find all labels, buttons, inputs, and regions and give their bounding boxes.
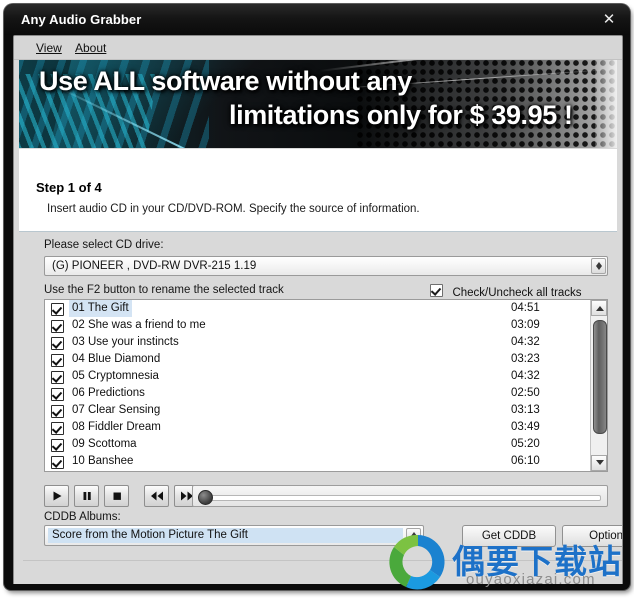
track-checkbox-icon[interactable] bbox=[51, 405, 64, 418]
track-row[interactable]: 04 Blue Diamond 03:23 bbox=[45, 351, 607, 368]
track-duration: 03:09 bbox=[511, 319, 540, 331]
cd-drive-combobox[interactable]: (G) PIONEER , DVD-RW DVR-215 1.19 bbox=[44, 256, 608, 276]
menu-item-about-label: About bbox=[75, 41, 107, 55]
check-all-tracks-box-icon bbox=[430, 284, 443, 297]
bottom-divider bbox=[23, 560, 622, 561]
previous-track-button[interactable] bbox=[144, 485, 169, 507]
track-name: 07 Clear Sensing bbox=[72, 404, 161, 416]
track-checkbox-icon[interactable] bbox=[51, 439, 64, 452]
scroll-down-icon[interactable] bbox=[591, 455, 607, 471]
menu-item-view[interactable]: View bbox=[31, 40, 67, 56]
close-x-icon[interactable]: ✕ bbox=[598, 9, 620, 30]
stop-button[interactable] bbox=[104, 485, 129, 507]
track-list[interactable]: 01 The Gift 04:51 02 She was a friend to m… bbox=[44, 299, 608, 472]
track-duration: 04:51 bbox=[511, 302, 540, 314]
track-row[interactable]: 03 Use your instincts 04:32 bbox=[45, 334, 607, 351]
cddb-albums-combobox[interactable]: Score from the Motion Picture The Gift bbox=[44, 525, 424, 546]
pause-button[interactable] bbox=[74, 485, 99, 507]
scrollbar-thumb[interactable] bbox=[593, 320, 607, 434]
cddb-albums-label: CDDB Albums: bbox=[44, 511, 121, 523]
track-row[interactable]: 09 Scottoma 05:20 bbox=[45, 436, 607, 453]
track-checkbox-icon[interactable] bbox=[51, 388, 64, 401]
menu-item-about[interactable]: About bbox=[70, 40, 111, 56]
seek-slider-thumb[interactable] bbox=[198, 490, 213, 505]
step-header-panel: Step 1 of 4 Insert audio CD in your CD/D… bbox=[19, 149, 617, 232]
cddb-albums-value: Score from the Motion Picture The Gift bbox=[48, 528, 403, 543]
get-cddb-button[interactable]: Get CDDB bbox=[462, 525, 556, 547]
track-name: 10 Banshee bbox=[72, 455, 134, 467]
source-settings-group: Please select CD drive: (G) PIONEER , DV… bbox=[40, 239, 622, 549]
track-name: 03 Use your instincts bbox=[72, 336, 179, 348]
track-duration: 05:20 bbox=[511, 438, 540, 450]
banner-headline-2: limitations only for $ 39.95 ! bbox=[229, 100, 573, 130]
track-duration: 03:13 bbox=[511, 404, 540, 416]
track-duration: 02:50 bbox=[511, 387, 540, 399]
play-button[interactable] bbox=[44, 485, 69, 507]
track-name: 01 The Gift bbox=[69, 300, 132, 317]
promo-banner[interactable]: Use ALL software without any limitations… bbox=[19, 60, 617, 148]
track-name: 06 Predictions bbox=[72, 387, 145, 399]
track-name: 05 Cryptomnesia bbox=[72, 370, 159, 382]
menu-bar: View About bbox=[14, 36, 622, 60]
step-title: Step 1 of 4 bbox=[36, 180, 102, 195]
cd-drive-value: (G) PIONEER , DVD-RW DVR-215 1.19 bbox=[52, 260, 257, 272]
track-duration: 04:32 bbox=[511, 370, 540, 382]
track-row[interactable]: 07 Clear Sensing 03:13 bbox=[45, 402, 607, 419]
track-row[interactable]: 10 Banshee 06:10 bbox=[45, 453, 607, 470]
banner-headline-1: Use ALL software without any bbox=[39, 66, 412, 96]
track-row[interactable]: 01 The Gift 04:51 bbox=[45, 300, 607, 317]
cddb-spinner-icon[interactable] bbox=[406, 528, 421, 544]
play-icon bbox=[53, 491, 61, 501]
rewind-icon bbox=[150, 491, 163, 501]
track-list-rows: 01 The Gift 04:51 02 She was a friend to m… bbox=[45, 300, 607, 470]
track-row[interactable]: 06 Predictions 02:50 bbox=[45, 385, 607, 402]
rename-hint-label: Use the F2 button to rename the selected… bbox=[44, 284, 284, 296]
track-checkbox-icon[interactable] bbox=[51, 354, 64, 367]
track-row[interactable]: 02 She was a friend to me 03:09 bbox=[45, 317, 607, 334]
drive-label: Please select CD drive: bbox=[44, 239, 164, 251]
stop-icon bbox=[113, 492, 121, 500]
window-title: Any Audio Grabber bbox=[21, 12, 142, 27]
track-list-scrollbar[interactable] bbox=[590, 300, 607, 471]
track-checkbox-icon[interactable] bbox=[51, 456, 64, 469]
track-checkbox-icon[interactable] bbox=[51, 337, 64, 350]
seek-slider[interactable] bbox=[192, 485, 608, 507]
track-row[interactable]: 05 Cryptomnesia 04:32 bbox=[45, 368, 607, 385]
pause-icon bbox=[83, 492, 91, 500]
options-button[interactable]: Options bbox=[562, 525, 622, 547]
scroll-up-icon[interactable] bbox=[591, 300, 607, 316]
track-name: 02 She was a friend to me bbox=[72, 319, 206, 331]
title-bar: Any Audio Grabber ✕ bbox=[4, 4, 630, 35]
track-name: 04 Blue Diamond bbox=[72, 353, 161, 365]
track-name: 09 Scottoma bbox=[72, 438, 137, 450]
step-description: Insert audio CD in your CD/DVD-ROM. Spec… bbox=[47, 203, 420, 215]
track-duration: 03:49 bbox=[511, 421, 540, 433]
app-window: Any Audio Grabber ✕ View About Use ALL s… bbox=[4, 4, 630, 590]
track-name: 08 Fiddler Dream bbox=[72, 421, 161, 433]
track-checkbox-icon[interactable] bbox=[51, 371, 64, 384]
track-checkbox-icon[interactable] bbox=[51, 422, 64, 435]
check-all-tracks-label: Check/Uncheck all tracks bbox=[452, 287, 582, 299]
track-row[interactable]: 08 Fiddler Dream 03:49 bbox=[45, 419, 607, 436]
track-duration: 04:32 bbox=[511, 336, 540, 348]
track-checkbox-icon[interactable] bbox=[51, 320, 64, 333]
menu-item-view-label: View bbox=[36, 41, 62, 55]
track-duration: 06:10 bbox=[511, 455, 540, 467]
track-duration: 03:23 bbox=[511, 353, 540, 365]
client-area: View About Use ALL software without any … bbox=[13, 35, 623, 584]
cd-drive-spinner-icon[interactable] bbox=[591, 258, 606, 274]
seek-slider-track bbox=[201, 495, 601, 501]
track-checkbox-icon[interactable] bbox=[51, 303, 64, 316]
